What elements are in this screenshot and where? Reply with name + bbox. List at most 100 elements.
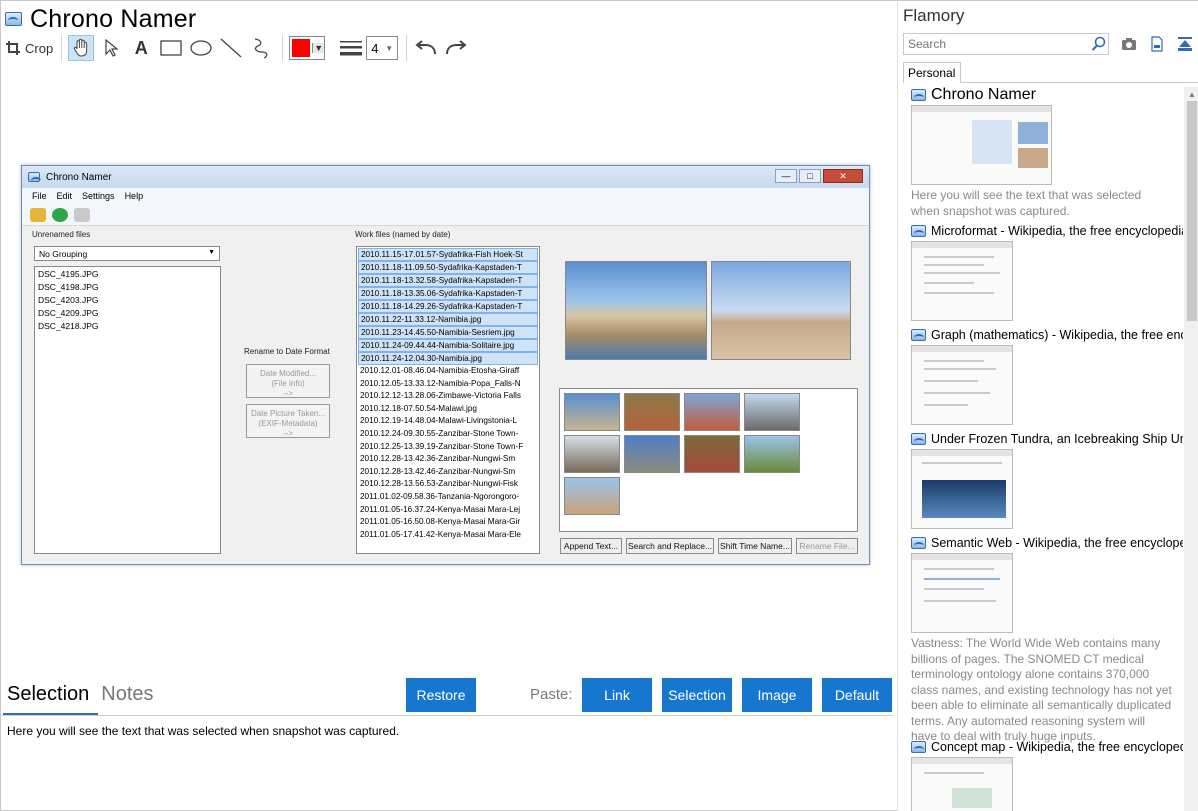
web-page-icon xyxy=(911,433,926,445)
color-picker[interactable]: ▼ xyxy=(289,36,326,60)
paste-label: Paste: xyxy=(530,686,573,703)
list-item[interactable]: Chrono Namer Here you will see the text … xyxy=(911,87,1184,219)
crop-button[interactable]: Crop xyxy=(5,35,53,61)
list-item[interactable]: Microformat - Wikipedia, the free encycl… xyxy=(911,223,1184,321)
paste-default-button[interactable]: Default xyxy=(822,678,892,712)
snapshot-window-title: Chrono Namer xyxy=(46,171,112,183)
sidebar-scrollbar[interactable]: ▲ xyxy=(1184,87,1198,811)
table-row: 2010.11.18-13.35.06-Sydafrika-Kapstaden-… xyxy=(358,287,538,300)
list-item: DSC_4195.JPG xyxy=(38,269,99,279)
undo-icon xyxy=(415,40,437,55)
snapshot-thumbnail xyxy=(911,345,1013,425)
chrono-namer-app-icon xyxy=(28,172,41,182)
rectangle-icon xyxy=(160,40,182,56)
chevron-down-icon: ▼ xyxy=(312,43,325,53)
scrollbar-thumb[interactable] xyxy=(1187,101,1197,321)
table-row: 2010.12.25-13.39.19-Zanzibar-Stone Town-… xyxy=(360,441,524,451)
document-icon[interactable] xyxy=(1149,36,1165,52)
tab-personal[interactable]: Personal xyxy=(903,62,961,83)
crop-label: Crop xyxy=(25,40,54,56)
search-icon[interactable] xyxy=(1091,36,1107,52)
date-modified-button: Date Modified... (File info) --> xyxy=(246,364,330,398)
restore-button[interactable]: Restore xyxy=(406,678,476,712)
list-item[interactable]: Semantic Web - Wikipedia, the free encyc… xyxy=(911,535,1184,745)
rename-file-button: Rename File... xyxy=(796,538,858,554)
pointer-icon xyxy=(105,39,119,57)
color-fill xyxy=(290,37,313,59)
table-row: 2010.12.01-08.46.04-Namibia-Etosha-Giraf… xyxy=(360,366,520,375)
tab-notes[interactable]: Notes xyxy=(101,683,153,706)
maximize-icon: □ xyxy=(799,169,821,183)
btn-line: Date Modified... xyxy=(259,369,317,378)
table-row: 2010.11.24-09.44.44-Namibia-Solitaire.jp… xyxy=(358,339,538,352)
snapshot-titlebar: Chrono Namer — □ ✕ xyxy=(22,166,869,188)
line-tool-button[interactable] xyxy=(218,35,244,61)
hand-icon xyxy=(74,38,88,57)
menu-edit: Edit xyxy=(56,191,73,201)
refresh-icon xyxy=(52,207,68,222)
table-row: 2011.01.05-16.50.08-Kenya-Masai Mara-Gir xyxy=(360,517,521,527)
table-row: 2010.11.18-14.29.26-Sydafrika-Kapstaden-… xyxy=(358,300,538,313)
web-page-icon xyxy=(911,225,926,237)
snapshot-thumbnail xyxy=(911,757,1013,811)
btn-line: Date Picture Taken... xyxy=(250,409,326,418)
undo-button[interactable] xyxy=(413,35,439,61)
line-width-select[interactable]: 4 ▼ xyxy=(366,36,399,60)
redo-button[interactable] xyxy=(443,35,469,61)
table-row: 2010.12.05-13.33.12-Namibia-Popa_Falls-N xyxy=(360,378,521,388)
list-item: DSC_4218.JPG xyxy=(38,321,99,331)
selection-text: Here you will see the text that was sele… xyxy=(7,724,400,738)
rename-label: Rename to Date Format xyxy=(244,347,330,356)
menu-file: File xyxy=(32,191,47,201)
text-tool-button[interactable]: A xyxy=(128,35,154,61)
table-row: 2010.12.28-13.56.53-Zanzibar-Nungwi-Fisk xyxy=(360,479,518,489)
btn-line: --> xyxy=(283,389,293,398)
table-row: 2010.12.18-07.50.54-Malawi.jpg xyxy=(360,403,477,413)
scroll-up-icon[interactable]: ▲ xyxy=(1188,90,1196,99)
btn-line: --> xyxy=(283,429,293,438)
paste-selection-button[interactable]: Selection xyxy=(662,678,732,712)
freehand-tool-button[interactable] xyxy=(248,35,274,61)
table-row: 2011.01.02-09.58.36-Tanzania-Ngorongoro- xyxy=(360,491,520,501)
close-icon: ✕ xyxy=(823,169,863,183)
list-item[interactable]: Concept map - Wikipedia, the free encycl… xyxy=(911,739,1184,811)
menu-help: Help xyxy=(124,191,144,201)
snapshot-thumbnail xyxy=(911,241,1013,321)
table-row: 2011.01.05-16.37.24-Kenya-Masai Mara-Lej xyxy=(360,504,521,514)
table-row: 2010.11.18-11.09.50-Sydafrika-Kapstaden-… xyxy=(358,261,538,274)
line-icon xyxy=(220,38,242,58)
menu-settings: Settings xyxy=(82,191,115,201)
crop-icon xyxy=(6,41,20,55)
page-title: Chrono Namer xyxy=(30,4,197,33)
item-title: Graph (mathematics) - Wikipedia, the fre… xyxy=(931,328,1183,342)
snapshot-thumbnail xyxy=(911,105,1052,185)
divider xyxy=(1,715,893,716)
pan-tool-button[interactable] xyxy=(68,35,95,61)
snapshot-image[interactable]: Chrono Namer — □ ✕ File Edit Settings He… xyxy=(21,165,870,565)
chevron-down-icon: ▼ xyxy=(208,249,215,256)
freehand-icon xyxy=(255,38,268,59)
work-file-list: 2010.11.15-17.01.57-Sydafrika-Fish Hoek-… xyxy=(356,246,540,554)
select-tool-button[interactable] xyxy=(98,35,124,61)
paste-image-button[interactable]: Image xyxy=(742,678,812,712)
tab-selection[interactable]: Selection xyxy=(7,683,89,706)
list-item[interactable]: Graph (mathematics) - Wikipedia, the fre… xyxy=(911,327,1184,425)
shift-time-button: Shift Time Name... xyxy=(718,538,792,554)
search-input[interactable] xyxy=(903,33,1109,55)
folder-icon xyxy=(30,207,46,222)
toolbar-divider xyxy=(61,35,63,61)
rectangle-tool-button[interactable] xyxy=(158,35,184,61)
toolbar-divider xyxy=(406,35,408,61)
ellipse-icon xyxy=(190,40,212,56)
slideshow-icon xyxy=(74,207,90,222)
item-title: Chrono Namer xyxy=(931,87,1036,103)
item-title: Microformat - Wikipedia, the free encycl… xyxy=(931,224,1183,238)
ellipse-tool-button[interactable] xyxy=(188,35,214,61)
work-files-label: Work files (named by date) xyxy=(355,230,451,239)
paste-link-button[interactable]: Link xyxy=(582,678,652,712)
camera-icon[interactable] xyxy=(1121,36,1137,52)
list-item[interactable]: Under Frozen Tundra, an Icebreaking Ship… xyxy=(911,431,1184,529)
table-row: 2010.11.22-11.33.12-Namibia.jpg xyxy=(358,313,538,326)
collapse-icon[interactable] xyxy=(1177,36,1193,52)
btn-line: (File info) xyxy=(271,379,305,388)
